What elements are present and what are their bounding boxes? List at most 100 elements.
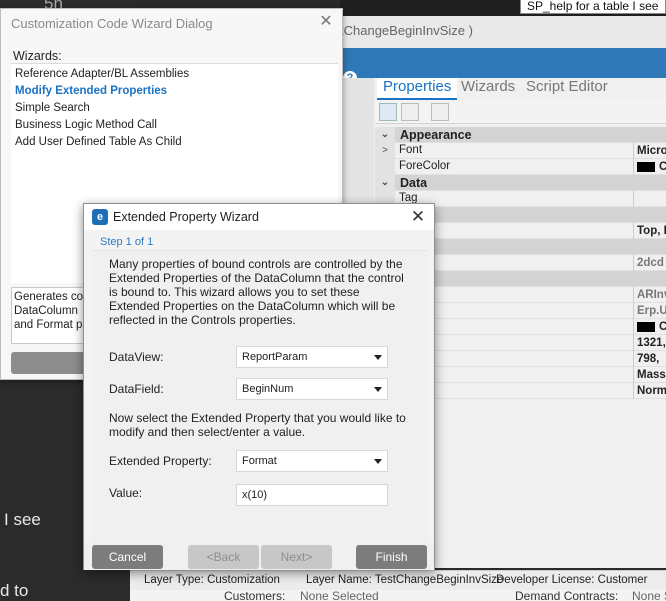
- customers-value[interactable]: None Selected: [300, 590, 379, 601]
- property-name: Data: [400, 176, 428, 190]
- back-button[interactable]: <Back: [188, 545, 259, 569]
- collapse-icon[interactable]: ⌄: [375, 175, 395, 191]
- property-value-text: Mass: [637, 369, 666, 381]
- prompt-line: modify and then select/enter a value.: [109, 425, 306, 439]
- epw-title: Extended Property Wizard: [113, 210, 259, 224]
- chevron-down-icon: [374, 459, 382, 464]
- property-value-text: 2dcd: [637, 257, 664, 269]
- intro-line: Many properties of bound controls are co…: [109, 257, 403, 271]
- property-value-text: Erp.U: [637, 305, 666, 317]
- tab-script-editor[interactable]: Script Editor: [526, 78, 608, 100]
- app-title: tChangeBeginInvSize ): [340, 23, 473, 38]
- chevron-down-icon: [374, 355, 382, 360]
- intro-text: Many properties of bound controls are co…: [109, 257, 421, 327]
- list-item[interactable]: Business Logic Method Call: [15, 119, 157, 131]
- value-input[interactable]: x(10): [236, 484, 388, 506]
- property-value-text: 1321,: [637, 337, 666, 349]
- close-icon[interactable]: ✕: [316, 12, 336, 32]
- property-row[interactable]: ForeColor C: [375, 159, 666, 175]
- color-swatch: [637, 161, 655, 172]
- property-value[interactable]: 798,: [633, 351, 666, 367]
- extended-property-label: Extended Property:: [109, 454, 212, 468]
- demand-contracts-label: Demand Contracts:: [515, 590, 619, 601]
- property-name: Appearance: [400, 128, 472, 142]
- property-category[interactable]: ⌄ Appearance: [375, 127, 666, 143]
- tab-properties[interactable]: Properties: [377, 78, 458, 100]
- cancel-button[interactable]: Cancel: [92, 545, 163, 569]
- status-bar: Layer Type: Customization Layer Name: Te…: [130, 570, 666, 590]
- property-value-text: C: [659, 161, 666, 173]
- value-text: x(10): [242, 489, 268, 501]
- list-item[interactable]: Simple Search: [15, 102, 90, 114]
- list-item-selected[interactable]: Modify Extended Properties: [15, 85, 167, 97]
- dataview-label: DataView:: [109, 350, 164, 364]
- customers-label: Customers:: [224, 590, 286, 601]
- app-ribbon: [340, 48, 666, 78]
- epw-footer: Cancel <Back Next> Finish: [84, 540, 434, 570]
- property-pages-icon[interactable]: [431, 103, 449, 121]
- properties-toolbar: [375, 100, 666, 124]
- property-row[interactable]: > Font Micro: [375, 143, 666, 159]
- property-value[interactable]: Norm: [633, 383, 666, 399]
- dataview-value: ReportParam: [242, 351, 308, 363]
- app-title-bar: tChangeBeginInvSize ): [340, 16, 666, 48]
- intro-line: is bound to. This wizard allows you to s…: [109, 285, 360, 299]
- property-name: ForeColor: [399, 160, 451, 172]
- property-value[interactable]: C: [633, 319, 666, 335]
- chat-snippet: SP_help for a table I see: [520, 0, 666, 14]
- property-value[interactable]: ARInv: [633, 287, 666, 303]
- properties-tabs: Properties Wizards Script Editor: [375, 78, 666, 100]
- bg-text-see: I see: [4, 510, 41, 529]
- property-value[interactable]: 2dcd: [633, 255, 666, 271]
- list-item[interactable]: Add User Defined Table As Child: [15, 136, 182, 148]
- color-swatch: [637, 321, 655, 332]
- property-value-text: Top, L: [637, 225, 666, 237]
- property-category[interactable]: ⌄ Data: [375, 175, 666, 191]
- property-value-text: ARInv: [637, 289, 666, 301]
- property-value-text: Micro: [637, 145, 666, 157]
- row-gutter[interactable]: >: [375, 143, 395, 159]
- value-label: Value:: [109, 486, 143, 500]
- status-layer-type: Layer Type: Customization: [144, 574, 280, 586]
- property-value-text: 798,: [637, 353, 660, 365]
- close-icon[interactable]: ✕: [408, 206, 428, 228]
- app-logo-icon: e: [92, 209, 108, 225]
- collapse-icon[interactable]: ⌄: [375, 127, 395, 143]
- status-license: Developer License: Customer: [496, 574, 648, 586]
- extended-property-select[interactable]: Format: [236, 450, 388, 472]
- footer-bar: Customers: None Selected Demand Contract…: [130, 590, 666, 601]
- property-value[interactable]: Erp.U: [633, 303, 666, 319]
- wizards-label: Wizards:: [13, 49, 62, 63]
- finish-button[interactable]: Finish: [356, 545, 427, 569]
- step-indicator: Step 1 of 1: [100, 236, 154, 248]
- code-wizard-title: Customization Code Wizard Dialog: [11, 16, 213, 31]
- select-prompt: Now select the Extended Property that yo…: [109, 411, 421, 439]
- property-name: Font: [399, 144, 423, 156]
- chevron-down-icon: [374, 387, 382, 392]
- intro-line: Extended Properties on the DataColumn wh…: [109, 299, 396, 313]
- categorized-icon[interactable]: [379, 103, 397, 121]
- datafield-label: DataField:: [109, 382, 164, 396]
- extended-property-wizard: e Extended Property Wizard ✕ Step 1 of 1…: [83, 203, 435, 570]
- list-item[interactable]: Reference Adapter/BL Assemblies: [15, 68, 189, 80]
- property-value[interactable]: Top, L: [633, 223, 666, 239]
- tab-wizards[interactable]: Wizards: [461, 78, 515, 100]
- status-layer-name: Layer Name: TestChangeBeginInvSize: [306, 574, 504, 586]
- intro-line: Extended Properties of the DataColumn th…: [109, 271, 404, 285]
- property-value[interactable]: Mass: [633, 367, 666, 383]
- datafield-select[interactable]: BeginNum: [236, 378, 388, 400]
- property-value-text: Norm: [637, 385, 666, 397]
- row-gutter: [375, 159, 395, 175]
- epw-titlebar: e Extended Property Wizard ✕: [84, 204, 434, 230]
- property-value[interactable]: 1321,: [633, 335, 666, 351]
- bg-text-to: d to: [0, 581, 29, 600]
- dataview-select[interactable]: ReportParam: [236, 346, 388, 368]
- property-value[interactable]: C: [633, 159, 666, 175]
- next-button[interactable]: Next>: [261, 545, 332, 569]
- demand-contracts-value[interactable]: None S: [632, 590, 666, 601]
- epw-body: Many properties of bound controls are co…: [92, 250, 428, 540]
- sort-alpha-icon[interactable]: [401, 103, 419, 121]
- datafield-value: BeginNum: [242, 383, 294, 395]
- property-value[interactable]: Micro: [633, 143, 666, 159]
- property-value[interactable]: [633, 191, 666, 207]
